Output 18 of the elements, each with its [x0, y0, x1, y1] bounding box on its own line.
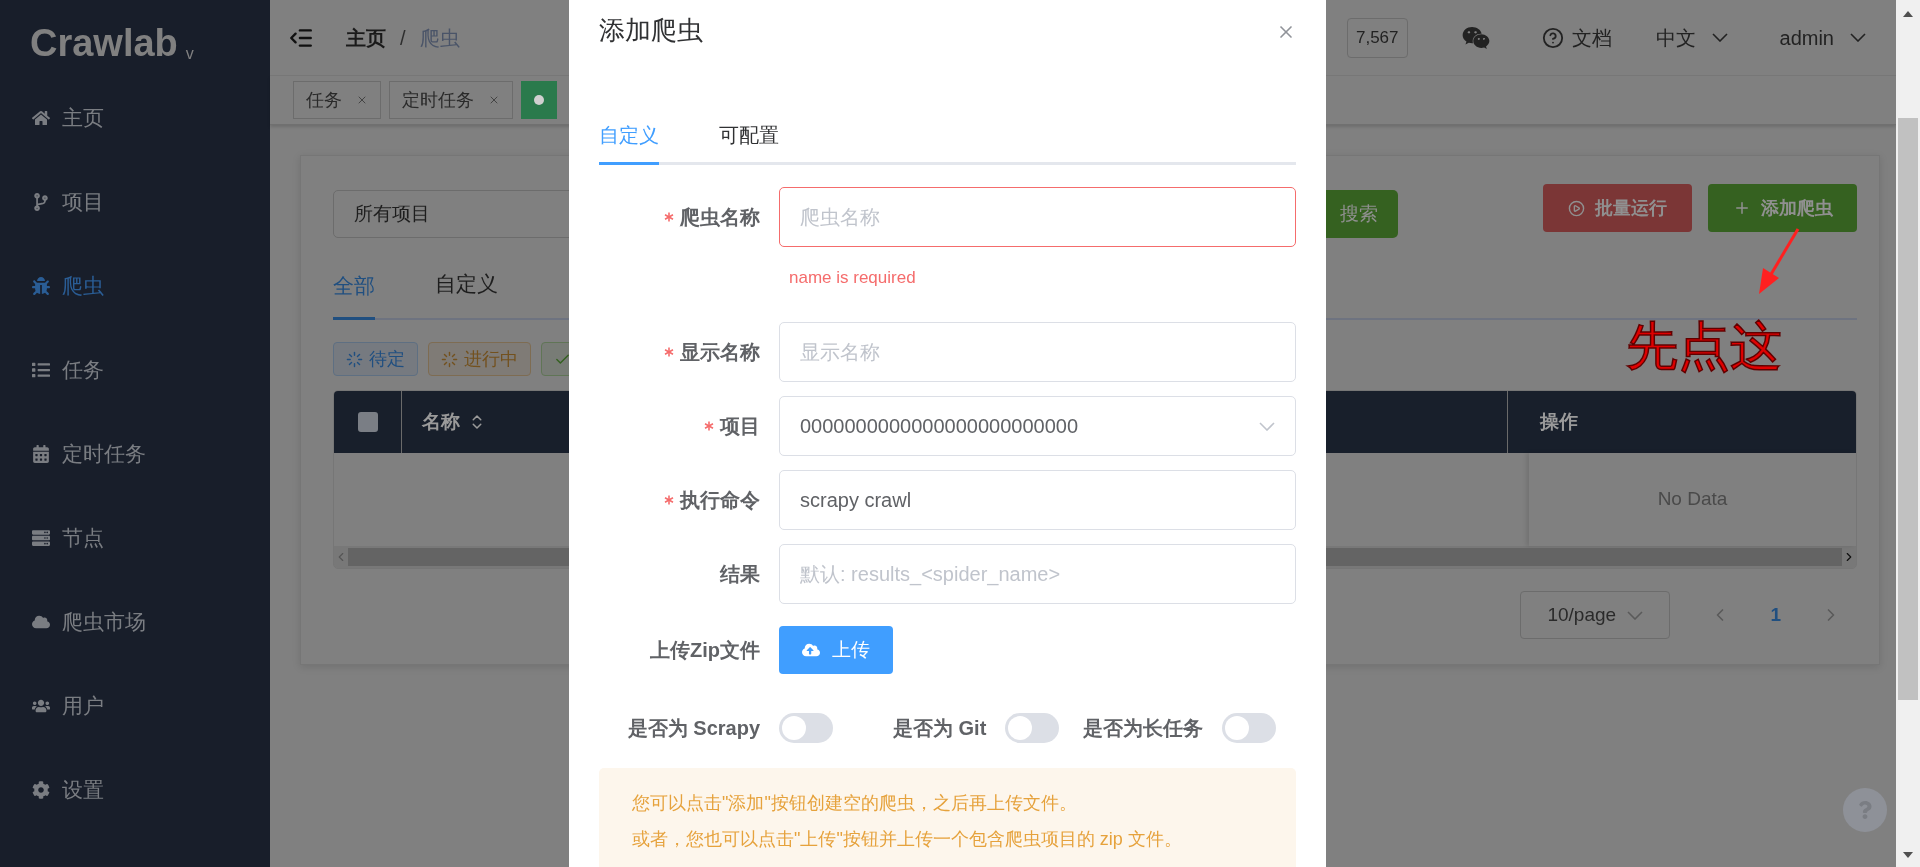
switch-label: 是否为 Git	[893, 716, 987, 741]
field-label: 显示名称	[680, 340, 760, 365]
field-label: 上传Zip文件	[650, 638, 760, 663]
version-label: v	[185, 46, 194, 62]
field-label: 执行命令	[680, 488, 760, 513]
notice-text: 您可以点击"添加"按钮创建空的爬虫，之后再上传文件。	[632, 792, 1078, 814]
notice-text: 或者，您也可以点击"上传"按钮并上传一个包含爬虫项目的 zip 文件。	[632, 828, 1183, 850]
breadcrumb-separator: /	[400, 25, 406, 51]
column-header: 操作	[1540, 409, 1578, 434]
switch-label: 是否为 Scrapy	[626, 716, 760, 741]
field-label: 爬虫名称	[680, 205, 760, 230]
field-label: 结果	[720, 562, 760, 587]
logo: Crawlab	[30, 24, 178, 62]
dialog-title: 添加爬虫	[599, 14, 703, 47]
error-message: name is required	[789, 268, 916, 287]
annotation-text: 先点这	[1626, 320, 1782, 372]
field-label: 项目	[720, 414, 760, 439]
switch-label: 是否为长任务	[1083, 716, 1204, 741]
